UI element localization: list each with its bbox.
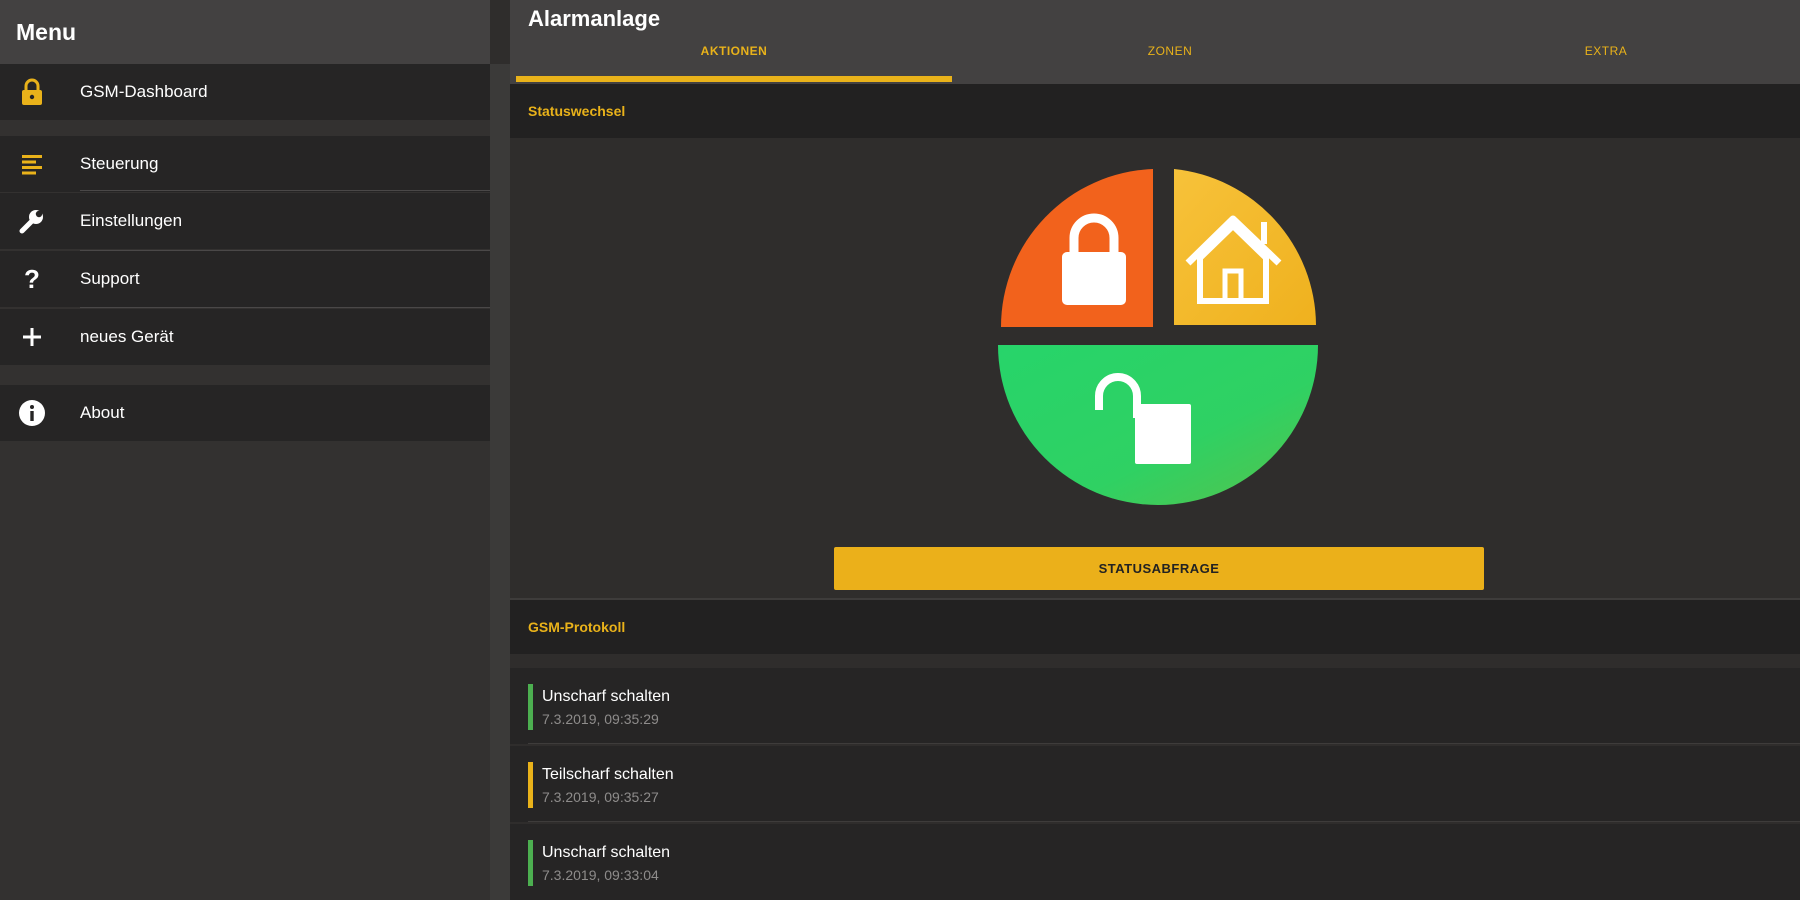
navigation-drawer: Menu GSM-Dashboard Steuerung Einstellung… bbox=[0, 0, 490, 900]
log-entry-timestamp: 7.3.2019, 09:35:27 bbox=[542, 789, 659, 805]
active-tab-indicator bbox=[516, 76, 952, 82]
scharf-segment[interactable] bbox=[1000, 169, 1153, 327]
status-panel: STATUSABFRAGE bbox=[510, 138, 1800, 598]
section-header-statuswechsel: Statuswechsel bbox=[510, 84, 1800, 138]
divider bbox=[80, 307, 490, 308]
sidebar-item-neues-geraet[interactable]: neues Gerät bbox=[0, 309, 490, 365]
log-entry-timestamp: 7.3.2019, 09:33:04 bbox=[542, 867, 659, 883]
status-indicator bbox=[528, 840, 533, 886]
divider bbox=[528, 743, 1800, 744]
plus-icon bbox=[16, 321, 48, 353]
sidebar-item-about[interactable]: About bbox=[0, 385, 490, 441]
main-content: Alarmanlage AKTIONEN ZONEN EXTRA Statusw… bbox=[510, 0, 1800, 900]
teilscharf-segment[interactable] bbox=[1174, 169, 1316, 325]
sidebar-item-label: Steuerung bbox=[80, 154, 159, 173]
list-item[interactable]: Teilscharf schalten 7.3.2019, 09:35:27 bbox=[510, 746, 1800, 822]
sidebar-item-support[interactable]: ? Support bbox=[0, 251, 490, 307]
status-indicator bbox=[528, 762, 533, 808]
sidebar-item-label: About bbox=[80, 403, 125, 422]
sidebar-item-label: Support bbox=[80, 269, 140, 288]
info-icon bbox=[16, 397, 48, 429]
divider bbox=[80, 190, 490, 191]
sidebar-item-label: neues Gerät bbox=[80, 327, 174, 346]
divider bbox=[528, 821, 1800, 822]
page-title: Alarmanlage bbox=[528, 6, 661, 31]
log-entry-title: Unscharf schalten bbox=[542, 844, 671, 861]
sidebar-item-label: GSM-Dashboard bbox=[80, 82, 208, 101]
drawer-scrollbar-track bbox=[490, 64, 510, 900]
sidebar-item-steuerung[interactable]: Steuerung bbox=[0, 136, 490, 192]
tab-extra[interactable]: EXTRA bbox=[1388, 44, 1800, 84]
section-header-gsm-protokoll: GSM-Protokoll bbox=[510, 600, 1800, 654]
sidebar-item-gsm-dashboard[interactable]: GSM-Dashboard bbox=[0, 64, 490, 120]
unscharf-segment[interactable] bbox=[998, 345, 1318, 505]
status-indicator bbox=[528, 684, 533, 730]
list-item[interactable]: Unscharf schalten 7.3.2019, 09:35:29 bbox=[510, 668, 1800, 744]
sidebar-item-label: Einstellungen bbox=[80, 211, 183, 230]
log-entry-timestamp: 7.3.2019, 09:35:29 bbox=[542, 711, 659, 727]
tab-zonen[interactable]: ZONEN bbox=[952, 44, 1388, 84]
lock-icon bbox=[16, 76, 48, 108]
drawer-title: Menu bbox=[0, 0, 490, 64]
log-entry-title: Teilscharf schalten bbox=[542, 766, 674, 783]
app-bar: Alarmanlage AKTIONEN ZONEN EXTRA bbox=[510, 0, 1800, 84]
sidebar-item-einstellungen[interactable]: Einstellungen bbox=[0, 193, 490, 249]
svg-text:?: ? bbox=[24, 265, 40, 293]
list-item[interactable]: Unscharf schalten 7.3.2019, 09:33:04 bbox=[510, 824, 1800, 900]
statusabfrage-button[interactable]: STATUSABFRAGE bbox=[834, 547, 1484, 590]
wrench-icon bbox=[16, 205, 48, 237]
log-entry-title: Unscharf schalten bbox=[542, 688, 671, 705]
help-icon: ? bbox=[16, 263, 48, 295]
divider bbox=[510, 654, 1800, 668]
list-icon bbox=[16, 148, 48, 180]
status-wheel bbox=[998, 169, 1318, 505]
